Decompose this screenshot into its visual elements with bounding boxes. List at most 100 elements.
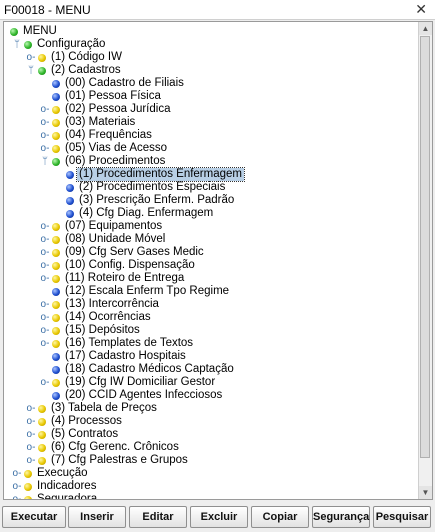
tree-node-label: (12) Escala Enferm Tpo Regime — [65, 285, 230, 297]
expand-handle-closed-icon[interactable]: o- — [39, 260, 51, 271]
yellow-node-icon — [38, 405, 46, 413]
expand-handle-closed-icon[interactable]: o- — [11, 468, 23, 479]
blue-node-icon — [66, 197, 74, 205]
scroll-up-icon[interactable]: ▲ — [419, 22, 432, 35]
tree-node[interactable]: o- (16) Templates de Textos — [4, 337, 414, 350]
expand-handle-closed-icon[interactable]: o- — [39, 273, 51, 284]
tree-node[interactable]: (3) Prescrição Enferm. Padrão — [4, 194, 414, 207]
tree-node-label: (04) Frequências — [65, 129, 152, 141]
scroll-down-icon[interactable]: ▼ — [419, 486, 432, 499]
excluir-button[interactable]: Excluir — [190, 506, 248, 528]
executar-button[interactable]: Executar — [2, 506, 66, 528]
tree-node[interactable]: (4) Cfg Diag. Enfermagem — [4, 207, 414, 220]
tree-node[interactable]: o- (10) Config. Dispensação — [4, 259, 414, 272]
yellow-node-icon — [52, 379, 60, 387]
tree-node[interactable]: o- (07) Equipamentos — [4, 220, 414, 233]
tree-node[interactable]: (1) Procedimentos Enfermagem — [4, 167, 414, 182]
tree-node[interactable]: o- (5) Contratos — [4, 428, 414, 441]
expand-handle-closed-icon[interactable]: o- — [39, 130, 51, 141]
expand-handle-closed-icon[interactable]: o- — [39, 325, 51, 336]
blue-node-icon — [52, 392, 60, 400]
expand-handle-closed-icon[interactable]: o- — [25, 455, 37, 466]
tree-node[interactable]: o- Execução — [4, 467, 414, 480]
expand-handle-closed-icon[interactable]: o- — [39, 377, 51, 388]
tree-node[interactable]: o- Indicadores — [4, 480, 414, 493]
tree-node-label: (02) Pessoa Jurídica — [65, 103, 171, 115]
tree-node[interactable]: o- (11) Roteiro de Entrega — [4, 272, 414, 285]
expand-handle-closed-icon[interactable]: o- — [39, 247, 51, 258]
tree-node[interactable]: o- (15) Depósitos — [4, 324, 414, 337]
tree-node[interactable]: (12) Escala Enferm Tpo Regime — [4, 285, 414, 298]
tree-node-label: (03) Materiais — [65, 116, 136, 128]
tree-node-label: (01) Pessoa Física — [65, 90, 161, 102]
tree-node-label: (10) Config. Dispensação — [65, 259, 195, 271]
tree-node[interactable]: o- (7) Cfg Palestras e Grupos — [4, 454, 414, 467]
vertical-scrollbar[interactable]: ▲ ▼ — [418, 22, 432, 499]
tree-node[interactable]: o- (14) Ocorrências — [4, 311, 414, 324]
tree-node[interactable]: o- (02) Pessoa Jurídica — [4, 103, 414, 116]
tree-node[interactable]: o- (09) Cfg Serv Gases Medic — [4, 246, 414, 259]
yellow-node-icon — [38, 457, 46, 465]
yellow-node-icon — [38, 444, 46, 452]
copiar-button[interactable]: Copiar — [251, 506, 309, 528]
tree-node[interactable]: o- (19) Cfg IW Domiciliar Gestor — [4, 376, 414, 389]
expand-handle-closed-icon[interactable]: o- — [25, 52, 37, 63]
expand-handle-closed-icon[interactable]: o- — [39, 299, 51, 310]
scroll-thumb[interactable] — [420, 36, 430, 458]
tree-node[interactable]: ᛘ Configuração — [4, 38, 414, 51]
expand-handle-closed-icon[interactable]: o- — [11, 494, 23, 499]
tree-node[interactable]: o- (3) Tabela de Preços — [4, 402, 414, 415]
expand-handle-closed-icon[interactable]: o- — [25, 429, 37, 440]
seguranca-button[interactable]: Segurança — [312, 506, 370, 528]
tree-node[interactable]: ᛘ (2) Cadastros — [4, 64, 414, 77]
expand-handle-closed-icon[interactable]: o- — [25, 416, 37, 427]
expand-handle-closed-icon[interactable]: o- — [25, 442, 37, 453]
bottom-toolbar: Executar Inserir Editar Excluir Copiar S… — [0, 503, 435, 532]
tree-node[interactable]: o- (1) Código IW — [4, 51, 414, 64]
yellow-node-icon — [52, 340, 60, 348]
tree-node[interactable]: ᛘ (06) Procedimentos — [4, 155, 414, 168]
expand-handle-closed-icon[interactable]: o- — [39, 143, 51, 154]
close-icon[interactable]: ✕ — [415, 1, 427, 18]
tree-node[interactable]: (01) Pessoa Física — [4, 90, 414, 103]
tree-node[interactable]: o- (08) Unidade Móvel — [4, 233, 414, 246]
tree-node[interactable]: (00) Cadastro de Filiais — [4, 77, 414, 90]
tree-node[interactable]: MENU — [4, 25, 414, 38]
expand-handle-open-icon[interactable]: ᛘ — [11, 39, 23, 50]
tree-node-label: (3) Prescrição Enferm. Padrão — [79, 194, 235, 206]
blue-node-icon — [52, 80, 60, 88]
tree-node[interactable]: (18) Cadastro Médicos Captação — [4, 363, 414, 376]
tree-node-label: (4) Cfg Diag. Enfermagem — [79, 207, 214, 219]
expand-handle-closed-icon[interactable]: o- — [39, 312, 51, 323]
expand-handle-closed-icon[interactable]: o- — [39, 104, 51, 115]
expand-handle-closed-icon[interactable]: o- — [39, 234, 51, 245]
yellow-node-icon — [52, 132, 60, 140]
blue-node-icon — [52, 93, 60, 101]
tree-node[interactable]: (2) Procedimentos Especiais — [4, 181, 414, 194]
expand-handle-closed-icon[interactable]: o- — [25, 403, 37, 414]
expand-handle-closed-icon[interactable]: o- — [39, 117, 51, 128]
tree-node-label: Indicadores — [37, 480, 97, 492]
tree-node[interactable]: o- (6) Cfg Gerenc. Crônicos — [4, 441, 414, 454]
inserir-button[interactable]: Inserir — [68, 506, 126, 528]
expand-handle-closed-icon[interactable]: o- — [11, 481, 23, 492]
expand-handle-open-icon[interactable]: ᛘ — [25, 65, 37, 76]
tree-node[interactable]: (20) CCID Agentes Infecciosos — [4, 389, 414, 402]
tree-node-label: (4) Processos — [51, 415, 122, 427]
green-node-icon — [24, 41, 32, 49]
expand-handle-closed-icon[interactable]: o- — [39, 338, 51, 349]
tree-node[interactable]: (17) Cadastro Hospitais — [4, 350, 414, 363]
tree-node[interactable]: o- (04) Frequências — [4, 129, 414, 142]
blue-node-icon — [52, 353, 60, 361]
yellow-node-icon — [52, 223, 60, 231]
tree-node-label: (2) Cadastros — [51, 64, 121, 76]
editar-button[interactable]: Editar — [129, 506, 187, 528]
tree-node[interactable]: o- Seguradora — [4, 493, 414, 499]
tree-node[interactable]: o- (05) Vias de Acesso — [4, 142, 414, 155]
expand-handle-closed-icon[interactable]: o- — [39, 221, 51, 232]
tree-node[interactable]: o- (13) Intercorrência — [4, 298, 414, 311]
tree-node[interactable]: o- (4) Processos — [4, 415, 414, 428]
pesquisar-button[interactable]: Pesquisar — [373, 506, 431, 528]
tree-node[interactable]: o- (03) Materiais — [4, 116, 414, 129]
expand-handle-open-icon[interactable]: ᛘ — [39, 156, 51, 167]
